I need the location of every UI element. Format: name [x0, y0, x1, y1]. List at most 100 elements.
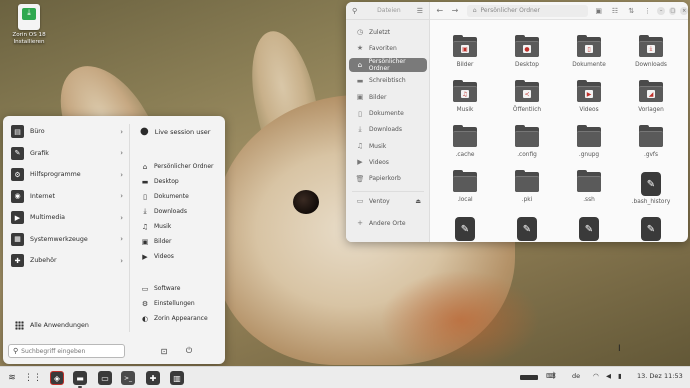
folder-item[interactable]: ⤓ Downloads [621, 35, 681, 68]
power-button[interactable]: ⏻ [183, 345, 195, 357]
sidebar-item[interactable]: 🗑 Papierkorb [349, 172, 427, 186]
menu-place-item[interactable]: ♫ Musik [140, 220, 171, 233]
taskbar-app-files[interactable]: ▬ [73, 371, 87, 385]
menu-category[interactable]: ⚙ Hilfsprogramme › [11, 166, 123, 183]
sidebar-item[interactable]: ★ Favoriten [349, 41, 427, 55]
sidebar-item[interactable]: ◷ Zuletzt [349, 25, 427, 39]
app-grid-button[interactable]: ⋮⋮ [24, 370, 42, 386]
bluetooth-icon[interactable]: ᛒ [552, 371, 557, 380]
minimize-button[interactable]: – [657, 6, 665, 15]
system-item-icon: ◐ [141, 314, 149, 323]
zorin-menu-button[interactable]: ≋ [4, 370, 20, 386]
language-indicator[interactable]: de [572, 372, 580, 380]
menu-system-item[interactable]: ◐ Zorin Appearance [140, 312, 208, 325]
maximize-button[interactable]: □ [668, 6, 677, 15]
all-apps-button[interactable]: Alle Anwendungen [15, 321, 89, 330]
view-list-icon[interactable]: ☷ [609, 7, 620, 15]
clock[interactable]: 11:53 [664, 372, 683, 380]
menu-category[interactable]: ◉ Internet › [11, 188, 123, 205]
menu-place-item[interactable]: ⌂ Persönlicher Ordner [140, 160, 214, 173]
menu-category[interactable]: ✚ Zubehör › [11, 252, 123, 269]
taskbar-app-media[interactable]: ▥ [170, 371, 184, 385]
folder-item[interactable]: ◢ Vorlagen [621, 80, 681, 113]
folder-item[interactable]: .local [435, 170, 495, 203]
home-icon: ⌂ [472, 7, 477, 14]
menu-icon[interactable]: ⋮ [642, 7, 653, 15]
battery-icon[interactable]: ▮ [618, 372, 622, 380]
folder-item[interactable]: ▯ Dokumente [559, 35, 619, 68]
user-icon: ● [140, 126, 149, 137]
folder-item[interactable]: .gnupg [559, 125, 619, 158]
sidebar-item[interactable]: ⤓ Downloads [349, 123, 427, 137]
menu-place-item[interactable]: ▯ Dokumente [140, 190, 189, 203]
folder-item[interactable]: ▶ Videos [559, 80, 619, 113]
taskbar-app-terminal[interactable]: >_ [121, 371, 135, 385]
menu-place-item[interactable]: ▶ Videos [140, 250, 174, 263]
menu-category[interactable]: ▦ Systemwerkzeuge › [11, 231, 123, 248]
menu-category[interactable]: ▤ Büro › [11, 123, 123, 140]
multimedia-icon: ▶ [11, 211, 24, 224]
folder-item[interactable]: ≺ Öffentlich [497, 80, 557, 113]
file-item[interactable]: ✎ [435, 217, 495, 242]
new-folder-icon[interactable]: ▣ [593, 7, 604, 15]
folder-item[interactable]: .cache [435, 125, 495, 158]
folder-item[interactable]: ● Desktop [497, 35, 557, 68]
chevron-right-icon: › [120, 192, 123, 200]
folder-icon: ♫ [453, 80, 477, 102]
file-item[interactable]: ✎ [559, 217, 619, 242]
menu-category[interactable]: ✎ Grafik › [11, 145, 123, 162]
back-button[interactable]: ← [434, 6, 445, 15]
menu-system-item[interactable]: ⚙ Einstellungen [140, 297, 195, 310]
battery-indicator[interactable] [520, 375, 538, 380]
folder-item[interactable]: ▣ Bilder [435, 35, 495, 68]
hamburger-menu-icon[interactable]: ☰ [417, 7, 423, 15]
file-item[interactable]: ✎ [621, 217, 681, 242]
sidebar-item[interactable]: ▣ Bilder [349, 90, 427, 104]
menu-place-item[interactable]: ⤓ Downloads [140, 205, 187, 218]
search-input[interactable] [21, 347, 122, 355]
forward-button[interactable]: → [449, 6, 460, 15]
taskbar-app-extensions[interactable]: ✚ [146, 371, 160, 385]
menu-place-item[interactable]: ▬ Desktop [140, 175, 179, 188]
search-field[interactable]: ⚲ [8, 344, 125, 358]
sidebar-item[interactable]: ▶ Videos [349, 155, 427, 169]
lock-button[interactable]: ⊡ [158, 345, 170, 357]
desktop-icon-installer[interactable]: ⤓ Zorin OS 18 Installieren [8, 4, 50, 46]
sidebar-item[interactable]: ▬ Schreibtisch [349, 74, 427, 88]
folder-item[interactable]: .ssh [559, 170, 619, 203]
chevron-right-icon: › [120, 170, 123, 179]
location-bar[interactable]: ⌂ Persönlicher Ordner [466, 4, 588, 17]
sidebar-item[interactable]: ♫ Musik [349, 139, 427, 153]
wifi-icon[interactable]: ◠ [593, 372, 599, 380]
menu-category[interactable]: ▶ Multimedia › [11, 209, 123, 226]
user-button[interactable]: ● Live session user [140, 126, 210, 137]
file-item[interactable]: ✎ .bash_history [621, 172, 681, 205]
folder-item[interactable]: .gvfs [621, 125, 681, 158]
sidebar-item[interactable]: ▯ Dokumente [349, 107, 427, 121]
taskbar-app-software[interactable]: ▭ [98, 371, 112, 385]
folder-icon [577, 125, 601, 147]
date-label[interactable]: 13. Dez [637, 372, 662, 380]
chevron-right-icon: › [120, 213, 123, 222]
folder-item[interactable]: ♫ Musik [435, 80, 495, 113]
menu-category-label: Grafik [30, 149, 49, 157]
place-icon: ▬ [141, 177, 149, 186]
folder-item[interactable]: .pki [497, 170, 557, 203]
file-item[interactable]: ✎ [497, 217, 557, 242]
menu-system-item[interactable]: ▭ Software [140, 282, 181, 295]
menu-category-label: Multimedia [30, 214, 66, 221]
volume-icon[interactable]: ◀ [606, 372, 611, 380]
sort-icon[interactable]: ⇅ [626, 7, 637, 15]
lock-icon: ⊡ [160, 346, 168, 356]
taskbar-app-browser[interactable]: ◈ [50, 371, 64, 385]
close-button[interactable]: × [680, 6, 688, 15]
folder-icon [515, 125, 539, 147]
place-icon: ▯ [143, 192, 147, 201]
sidebar-item[interactable]: ⌂ Persönlicher Ordner [349, 57, 427, 72]
folder-item[interactable]: .config [497, 125, 557, 158]
sidebar-device[interactable]: + Andere Orte [349, 216, 427, 230]
eject-icon[interactable]: ⏏ [415, 198, 421, 205]
sidebar-device[interactable]: ▭ Ventoy ⏏ [349, 194, 427, 208]
menu-place-item[interactable]: ▣ Bilder [140, 235, 172, 248]
search-icon[interactable]: ⚲ [352, 7, 357, 15]
